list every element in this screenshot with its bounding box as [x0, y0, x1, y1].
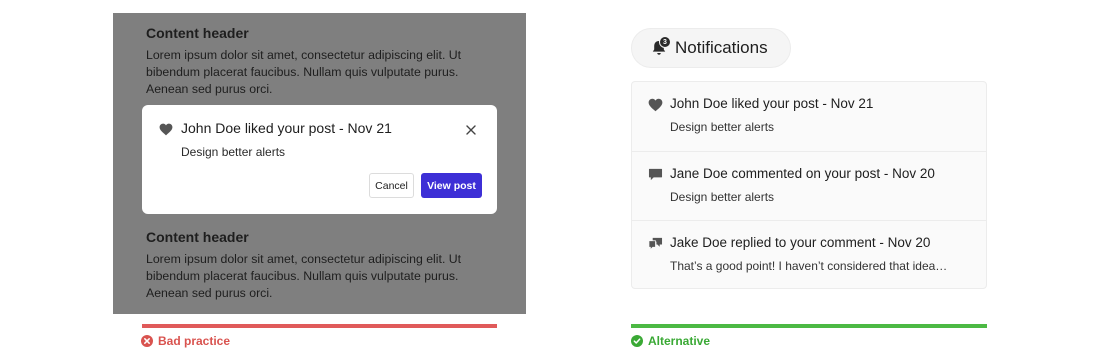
notification-item[interactable]: Jane Doe commented on your post - Nov 20… [632, 151, 986, 220]
alternative-label: Alternative [631, 334, 710, 348]
reply-icon [648, 237, 663, 251]
content-header: Content header [146, 25, 249, 41]
notification-title: Jake Doe replied to your comment - Nov 2… [670, 235, 931, 250]
content-header: Content header [146, 229, 249, 245]
heart-icon [648, 98, 663, 112]
alert-modal: John Doe liked your post - Nov 21 Design… [142, 105, 497, 214]
modal-subtitle: Design better alerts [181, 145, 286, 159]
notification-count-badge: 3 [659, 36, 671, 48]
notification-subtitle: That’s a good point! I haven’t considere… [670, 259, 948, 273]
bad-practice-label: Bad practice [141, 334, 230, 348]
check-circle-icon [631, 335, 643, 347]
notification-title: John Doe liked your post - Nov 21 [670, 96, 874, 111]
notifications-header[interactable]: 3 Notifications [631, 28, 791, 68]
notifications-title: Notifications [675, 38, 768, 57]
bad-practice-bar [142, 324, 497, 328]
alternative-text: Alternative [648, 334, 711, 348]
modal-title: John Doe liked your post - Nov 21 [181, 120, 392, 136]
heart-icon [159, 123, 173, 136]
close-icon[interactable] [464, 123, 478, 137]
content-block: Content header Lorem ipsum dolor sit ame… [146, 25, 476, 98]
content-body: Lorem ipsum dolor sit amet, consectetur … [146, 48, 462, 96]
view-post-button[interactable]: View post [421, 173, 482, 198]
notification-list: John Doe liked your post - Nov 21 Design… [631, 81, 987, 289]
notification-item[interactable]: John Doe liked your post - Nov 21 Design… [632, 82, 986, 151]
error-icon [141, 335, 153, 347]
notification-item[interactable]: Jake Doe replied to your comment - Nov 2… [632, 220, 986, 288]
content-block: Content header Lorem ipsum dolor sit ame… [146, 229, 476, 302]
notification-subtitle: Design better alerts [670, 120, 775, 134]
notification-subtitle: Design better alerts [670, 190, 775, 204]
comment-icon [648, 168, 663, 181]
notification-title: Jane Doe commented on your post - Nov 20 [670, 166, 935, 181]
bad-practice-text: Bad practice [158, 334, 231, 348]
alternative-bar [631, 324, 987, 328]
cancel-button[interactable]: Cancel [369, 173, 414, 198]
content-body: Lorem ipsum dolor sit amet, consectetur … [146, 252, 462, 300]
